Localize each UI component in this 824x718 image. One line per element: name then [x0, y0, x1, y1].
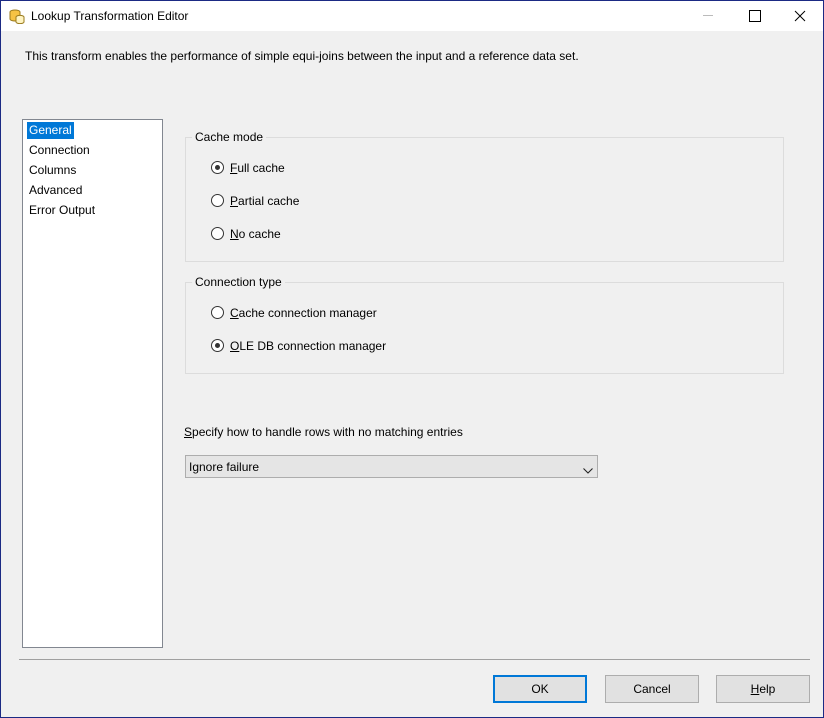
close-button[interactable] — [777, 1, 823, 31]
nav-item-connection[interactable]: Connection — [27, 142, 92, 159]
database-icon — [9, 8, 25, 25]
nav-item-advanced[interactable]: Advanced — [27, 182, 84, 199]
minimize-button[interactable] — [685, 1, 731, 31]
radio-button-checked[interactable] — [211, 339, 224, 352]
cache-connection-manager-label: Cache connection manager — [230, 306, 377, 320]
full-cache-label: Full cache — [230, 161, 285, 175]
radio-button[interactable] — [211, 227, 224, 240]
no-match-handling-label: Specify how to handle rows with no match… — [184, 425, 463, 439]
dialog-window: Lookup Transformation Editor This transf… — [0, 0, 824, 718]
window-title: Lookup Transformation Editor — [31, 9, 189, 23]
close-icon — [794, 10, 806, 22]
dialog-description: This transform enables the performance o… — [25, 49, 579, 63]
help-button[interactable]: Help — [716, 675, 810, 703]
page-navigation-list: General Connection Columns Advanced Erro… — [22, 119, 163, 648]
radio-button[interactable] — [211, 194, 224, 207]
connection-type-group: Connection type Cache connection manager… — [185, 275, 784, 374]
nav-item-error-output[interactable]: Error Output — [27, 202, 97, 219]
cancel-button[interactable]: Cancel — [605, 675, 699, 703]
maximize-button[interactable] — [731, 1, 777, 31]
no-cache-label: No cache — [230, 227, 281, 241]
dropdown-selected-value: Ignore failure — [189, 460, 260, 474]
cache-mode-legend: Cache mode — [192, 130, 267, 144]
nav-item-general[interactable]: General — [27, 122, 74, 139]
nav-item-columns[interactable]: Columns — [27, 162, 78, 179]
radio-button-checked[interactable] — [211, 161, 224, 174]
chevron-down-icon — [583, 463, 593, 477]
connection-type-legend: Connection type — [192, 275, 285, 289]
ok-button[interactable]: OK — [493, 675, 587, 703]
radio-button[interactable] — [211, 306, 224, 319]
cache-mode-group: Cache mode Full cache Partial cache No c… — [185, 130, 784, 262]
partial-cache-label: Partial cache — [230, 194, 300, 208]
no-match-handling-dropdown[interactable]: Ignore failure — [185, 455, 598, 478]
footer-separator — [19, 659, 810, 660]
title-bar[interactable]: Lookup Transformation Editor — [1, 1, 823, 31]
ole-db-connection-manager-label: OLE DB connection manager — [230, 339, 387, 353]
